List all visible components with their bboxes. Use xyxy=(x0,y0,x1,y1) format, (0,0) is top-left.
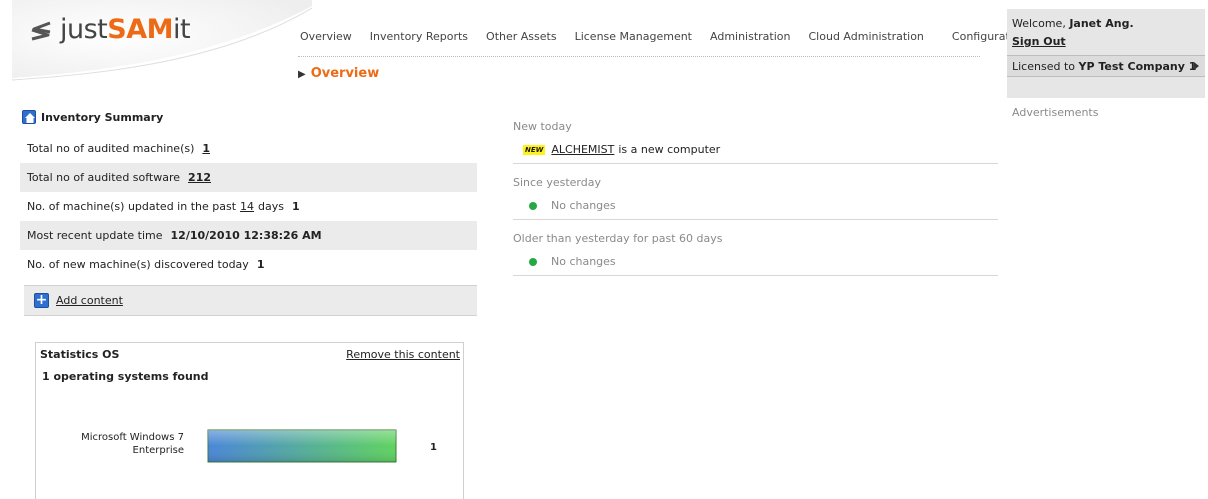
breadcrumb-triangle-icon: ▶ xyxy=(298,69,306,80)
inventory-summary-list: Total no of audited machine(s) 1 Total n… xyxy=(20,134,477,279)
license-selector[interactable]: Licensed to YP Test Company 1 xyxy=(1007,55,1205,77)
audited-machines-link[interactable]: 1 xyxy=(202,142,210,155)
logo-text: justSAMit xyxy=(60,14,191,45)
user-panel: Welcome, Janet Ang. Sign Out Licensed to… xyxy=(1007,9,1205,98)
advertisements-label: Advertisements xyxy=(1012,106,1099,119)
add-content-bar: + Add content xyxy=(24,285,477,316)
breadcrumb: ▶ Overview xyxy=(298,66,379,81)
older-item: No changes xyxy=(513,248,998,276)
nav-other-assets[interactable]: Other Assets xyxy=(486,30,557,43)
home-icon xyxy=(22,110,36,124)
user-name: Janet Ang. xyxy=(1069,17,1134,30)
bar-category-label: Microsoft Windows 7 xyxy=(81,432,184,443)
updated-days-link[interactable]: 14 xyxy=(240,200,254,213)
app-logo[interactable]: justSAMit xyxy=(28,14,191,45)
audited-software-label: Total no of audited software xyxy=(27,171,181,184)
nav-inventory-reports[interactable]: Inventory Reports xyxy=(370,30,468,43)
nav-license-management[interactable]: License Management xyxy=(575,30,692,43)
licensed-prefix: Licensed to xyxy=(1012,60,1075,73)
recent-update-label: Most recent update time xyxy=(27,229,163,242)
status-green-dot-icon xyxy=(529,201,537,210)
bar-category-label: Enterprise xyxy=(133,445,184,456)
since-yesterday-label: Since yesterday xyxy=(513,176,601,189)
os-bar-shine xyxy=(208,430,396,462)
row-audited-software: Total no of audited software 212 xyxy=(20,163,477,192)
new-badge: NEW xyxy=(523,144,546,155)
nav-administration[interactable]: Administration xyxy=(710,30,791,43)
os-bar-chart: Microsoft Windows 7 Enterprise 1 xyxy=(81,429,437,463)
bar-value-label: 1 xyxy=(430,442,437,453)
new-computer-text: is a new computer xyxy=(618,143,721,156)
audited-software-link[interactable]: 212 xyxy=(188,171,211,184)
row-updated-machines: No. of machine(s) updated in the past 14… xyxy=(20,192,477,221)
new-computer-item: NEW ALCHEMIST is a new computer xyxy=(513,136,998,164)
inventory-summary-title: Inventory Summary xyxy=(22,110,163,124)
since-yesterday-item: No changes xyxy=(513,192,998,220)
logo-area: justSAMit xyxy=(12,0,312,90)
new-today-label: New today xyxy=(513,120,572,133)
new-machines-label: No. of new machine(s) discovered today xyxy=(27,258,249,271)
row-audited-machines: Total no of audited machine(s) 1 xyxy=(20,134,477,163)
row-new-machines: No. of new machine(s) discovered today 1 xyxy=(20,250,477,279)
logo-arrows-icon xyxy=(31,21,51,40)
since-yesterday-text: No changes xyxy=(551,199,616,212)
computer-link[interactable]: ALCHEMIST xyxy=(551,143,614,156)
welcome-text: Welcome, Janet Ang. xyxy=(1012,17,1134,30)
older-text: No changes xyxy=(551,255,616,268)
chevron-right-icon xyxy=(1194,62,1199,70)
audited-machines-label: Total no of audited machine(s) xyxy=(27,142,195,155)
updated-suffix: days xyxy=(258,200,284,213)
add-content-link[interactable]: Add content xyxy=(56,294,123,307)
activity-feed: New today NEW ALCHEMIST is a new compute… xyxy=(513,120,998,276)
nav-cloud-administration[interactable]: Cloud Administration xyxy=(809,30,924,43)
updated-prefix: No. of machine(s) updated in the past xyxy=(27,200,237,213)
row-recent-update: Most recent update time 12/10/2010 12:38… xyxy=(20,221,477,250)
welcome-prefix: Welcome, xyxy=(1012,17,1066,30)
status-green-dot-icon xyxy=(529,257,537,266)
breadcrumb-current: Overview xyxy=(310,66,380,81)
inventory-title-label: Inventory Summary xyxy=(41,110,164,124)
updated-count: 1 xyxy=(292,200,300,213)
statistics-os-widget: Statistics OS Remove this content 1 oper… xyxy=(35,342,464,499)
company-name: YP Test Company 1 xyxy=(1078,60,1197,73)
new-machines-count: 1 xyxy=(256,258,265,271)
nav-divider xyxy=(298,56,980,57)
plus-icon[interactable]: + xyxy=(34,293,49,308)
top-navigation: Overview Inventory Reports Other Assets … xyxy=(300,30,1045,43)
sign-out-link[interactable]: Sign Out xyxy=(1012,35,1066,48)
older-label: Older than yesterday for past 60 days xyxy=(513,232,723,245)
nav-overview[interactable]: Overview xyxy=(300,30,352,43)
recent-update-value: 12/10/2010 12:38:26 AM xyxy=(170,229,322,242)
